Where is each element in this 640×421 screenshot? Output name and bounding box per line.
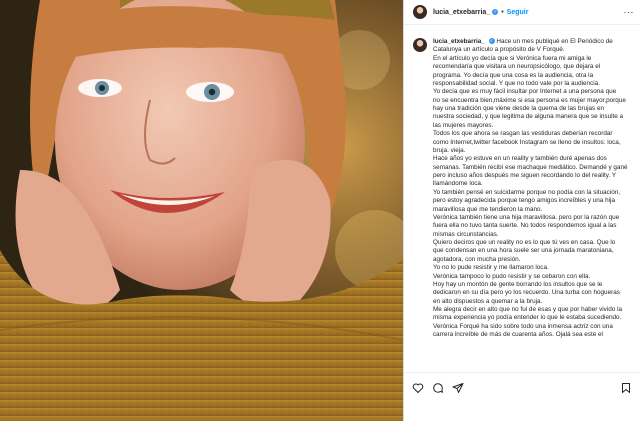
caption-line: Yo decía que es muy fácil insultar por I… <box>433 88 617 96</box>
verified-badge-icon: ✓ <box>492 9 499 15</box>
post-sidebar: lucia_etxebarria_ ✓ • Seguir ··· lucia_e… <box>403 0 640 421</box>
caption-line: en alto dispuestos a quemar a la bruja. <box>433 297 543 305</box>
author-username[interactable]: lucia_etxebarria_ <box>433 9 490 16</box>
caption-line: las mujeres mayores. <box>433 121 494 129</box>
more-options-icon[interactable]: ··· <box>624 7 635 17</box>
follow-button[interactable]: Seguir <box>507 9 529 16</box>
caption-line: Verónica Forqué ha sido sobre todo una i… <box>433 322 613 330</box>
caption-line: misma experiencia yo podía entender lo q… <box>433 314 622 322</box>
post-photo <box>0 0 403 421</box>
caption-text: lucia_etxebarria_ ✓ Hace un mes publiqué… <box>433 38 632 340</box>
post-header: lucia_etxebarria_ ✓ • Seguir ··· <box>404 0 640 25</box>
action-icons <box>412 381 464 393</box>
bookmark-icon[interactable] <box>620 381 632 393</box>
comment-bubble-icon[interactable] <box>432 381 444 393</box>
caption-line: recomendaría que visitara un neuropsicól… <box>433 63 601 71</box>
caption-line: Hace años yo estuve en un reality y tamb… <box>433 155 607 163</box>
caption-line: Me alegra decir en alto que no fui de es… <box>433 306 623 313</box>
caption-line: Todos los que ahora se rasgan las vestid… <box>433 130 613 138</box>
caption-scroll-area[interactable]: lucia_etxebarria_ ✓ Hace un mes publiqué… <box>404 25 640 371</box>
author-avatar[interactable] <box>413 5 427 19</box>
separator-dot: • <box>501 8 504 16</box>
caption-line: como Internet,twitter facebook Instagram… <box>433 138 621 146</box>
caption-line: Hace un mes publiqué en El Periódico de <box>494 38 613 45</box>
caption-line: Yo también pensé en suicidarme porque no… <box>433 188 621 196</box>
caption-line: agotadora, con mucha presión. <box>433 255 521 263</box>
paper-plane-icon[interactable] <box>452 381 464 393</box>
action-bar <box>404 372 640 421</box>
instagram-post: lucia_etxebarria_ ✓ • Seguir ··· lucia_e… <box>0 0 640 421</box>
heart-icon[interactable] <box>412 381 424 393</box>
caption-line: En el artículo yo decía que si Verónica … <box>433 54 592 62</box>
caption-line: no se encuentra bien,máxime si esa perso… <box>433 96 626 104</box>
caption-line: pero incluso años después me siguen reco… <box>433 172 617 179</box>
caption-line: Catalunya un artículo a propósito de V F… <box>433 46 565 54</box>
caption-line: carrera increíble de más de cuarenta año… <box>433 331 603 339</box>
caption: lucia_etxebarria_ ✓ Hace un mes publiqué… <box>404 25 640 340</box>
caption-line: llamándome loca. <box>433 180 483 188</box>
caption-line: programa. Yo decía que una cosa es la au… <box>433 71 594 79</box>
caption-line: fuera ella no tuvo tanta suerte. No todo… <box>433 222 617 230</box>
caption-line: semanas. También recibí ese machaque med… <box>433 163 628 171</box>
caption-line: Verónica tampoco lo pudo resistir y se c… <box>433 272 591 280</box>
caption-line: responsabilidad social. Y que no todo va… <box>433 79 600 87</box>
caption-line: dedicaron en su día pero yo los recuerdo… <box>433 289 620 297</box>
caption-first-line: lucia_etxebarria_ ✓ Hace un mes publiqué… <box>433 38 632 46</box>
caption-line: bruja. vieja. <box>433 146 466 154</box>
caption-line: Yo no lo pude resistir y me llamaron loc… <box>433 264 549 272</box>
caption-line: pero estoy agradecida porque tengo amigo… <box>433 197 615 205</box>
post-photo-image <box>0 0 403 421</box>
caption-line: hay una tradición que viene desde la que… <box>433 105 605 112</box>
caption-line: maravillosa que me tendieron la mano. <box>433 205 543 213</box>
caption-username[interactable]: lucia_etxebarria_ <box>433 38 485 45</box>
caption-line: mismas circunstancias. <box>433 230 499 238</box>
caption-line: Verónica también tiene una hija maravill… <box>433 213 620 221</box>
caption-avatar[interactable] <box>413 38 427 52</box>
caption-line: que condensan en una hora suele ser una … <box>433 247 614 255</box>
caption-line: Hoy hay un montón de gente borrando los … <box>433 280 603 288</box>
caption-line: Quiero deciros que un reality no es lo q… <box>433 239 616 246</box>
caption-line: nuestra sociedad, y que legitima de algu… <box>433 113 624 121</box>
